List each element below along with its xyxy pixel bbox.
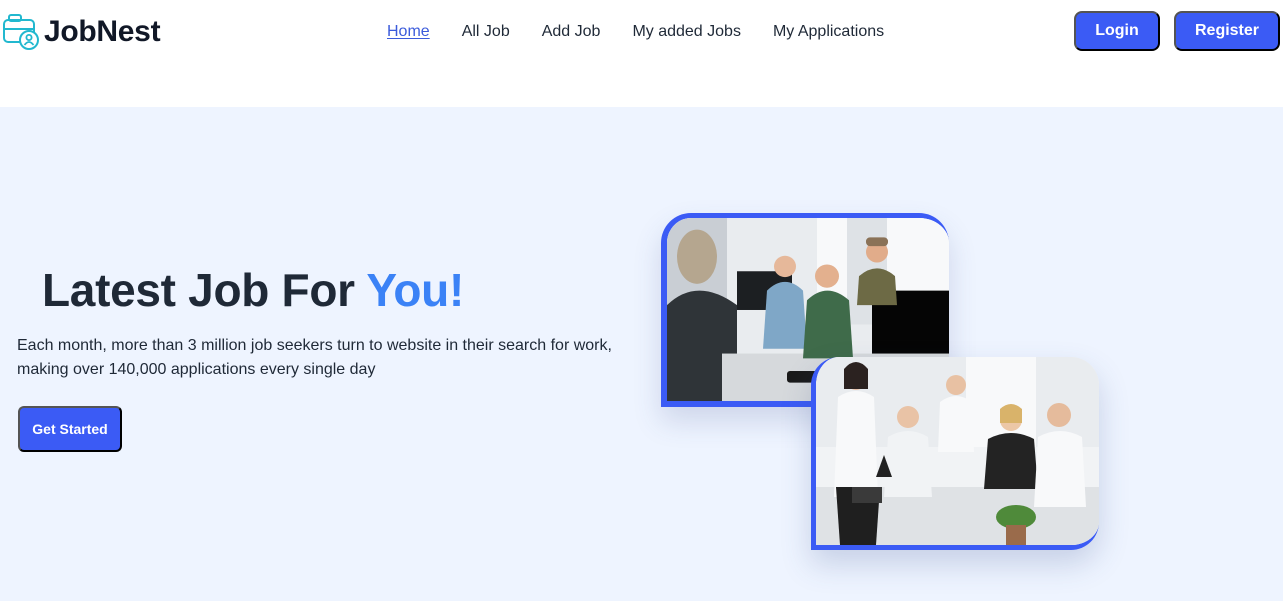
team-thumbs-up-image bbox=[816, 357, 1099, 545]
nav-all-job[interactable]: All Job bbox=[462, 23, 510, 41]
nav-home[interactable]: Home bbox=[387, 23, 430, 41]
nav-my-applications[interactable]: My Applications bbox=[773, 23, 884, 41]
hero-description: Each month, more than 3 million job seek… bbox=[17, 337, 612, 378]
hero-title-accent: You! bbox=[366, 264, 464, 316]
nav-add-job[interactable]: Add Job bbox=[542, 23, 601, 41]
brand-logo[interactable]: JobNest bbox=[3, 14, 161, 50]
hero-title: Latest Job For You! bbox=[42, 263, 464, 317]
register-button[interactable]: Register bbox=[1174, 11, 1280, 51]
briefcase-user-icon bbox=[3, 14, 39, 50]
hero-section: Latest Job For You! Each month, more tha… bbox=[0, 107, 1283, 601]
navbar: JobNest Home All Job Add Job My added Jo… bbox=[0, 0, 1283, 107]
login-button[interactable]: Login bbox=[1074, 11, 1160, 51]
main-nav: Home All Job Add Job My added Jobs My Ap… bbox=[387, 21, 916, 43]
hero-photo-team-thumbs-up bbox=[811, 357, 1099, 550]
hero-title-main: Latest Job For bbox=[42, 264, 367, 316]
get-started-button[interactable]: Get Started bbox=[18, 406, 122, 452]
brand-name: JobNest bbox=[44, 15, 161, 48]
nav-my-added-jobs[interactable]: My added Jobs bbox=[632, 23, 741, 41]
